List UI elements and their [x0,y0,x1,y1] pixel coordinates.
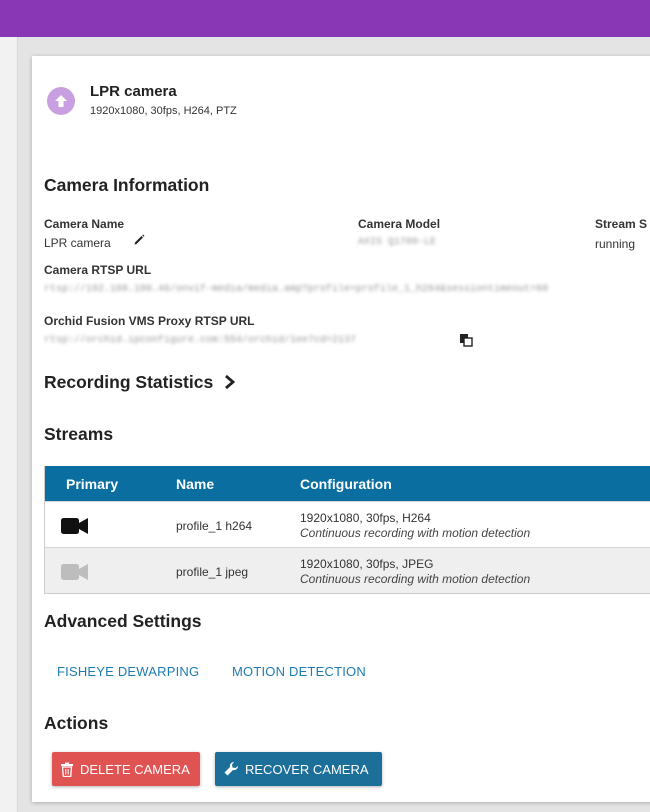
recover-camera-button[interactable]: RECOVER CAMERA [215,752,382,786]
stream-recording-mode: Continuous recording with motion detecti… [300,526,531,540]
section-advanced-settings: Advanced Settings [44,611,202,631]
header-primary[interactable]: Primary [66,476,118,492]
stream-status-value: running [595,237,636,251]
table-row[interactable]: profile_1 jpeg 1920x1080, 30fps, JPEG Co… [45,547,650,593]
stream-recording-mode: Continuous recording with motion detecti… [300,572,531,586]
table-row[interactable]: profile_1 h264 1920x1080, 30fps, H264 Co… [45,501,650,547]
section-recording-statistics[interactable]: Recording Statistics [44,372,213,393]
video-camera-icon[interactable] [61,563,89,586]
recover-camera-label: RECOVER CAMERA [245,761,369,777]
stream-status-label: Stream S [595,217,648,231]
edit-pencil-icon[interactable] [133,233,146,251]
top-app-bar [0,0,650,37]
proxy-rtsp-url-value[interactable]: rtsp://orchid.ipconfigure.com:554/orchid… [44,335,444,346]
wrench-icon [224,761,239,776]
delete-camera-button[interactable]: DELETE CAMERA [52,752,200,786]
stream-name: profile_1 h264 [176,519,253,533]
header-name[interactable]: Name [176,476,214,492]
table-header: Primary Name Configuration [45,466,650,501]
stream-config: 1920x1080, 30fps, JPEG [300,557,434,571]
video-camera-icon[interactable] [61,517,89,540]
proxy-rtsp-url-label: Orchid Fusion VMS Proxy RTSP URL [44,314,255,328]
camera-name-label: Camera Name [44,217,125,231]
streams-table: Primary Name Configuration profile_1 h26… [44,466,650,594]
delete-camera-label: DELETE CAMERA [80,761,190,777]
camera-model-value: AXIS Q1700-LE [358,237,437,248]
section-camera-information: Camera Information [44,175,210,195]
camera-card [32,56,650,802]
rtsp-url-label: Camera RTSP URL [44,263,152,277]
stream-name: profile_1 jpeg [176,565,249,579]
left-sidebar [0,37,18,812]
chevron-right-icon[interactable] [224,374,236,395]
header-configuration[interactable]: Configuration [300,476,392,492]
section-actions: Actions [44,713,109,733]
camera-title: LPR camera [90,83,177,100]
camera-name-value: LPR camera [44,236,111,250]
rtsp-url-value[interactable]: rtsp://192.168.100.46/onvif-media/media.… [44,284,650,295]
upload-circle-icon [47,87,75,115]
trash-icon [61,762,73,777]
section-streams: Streams [44,424,114,444]
stream-config: 1920x1080, 30fps, H264 [300,511,431,525]
motion-detection-link[interactable]: MOTION DETECTION [232,664,366,679]
fisheye-dewarping-link[interactable]: FISHEYE DEWARPING [57,664,199,679]
camera-model-label: Camera Model [358,217,441,231]
copy-icon[interactable] [459,333,473,352]
camera-subtitle: 1920x1080, 30fps, H264, PTZ [90,105,237,117]
